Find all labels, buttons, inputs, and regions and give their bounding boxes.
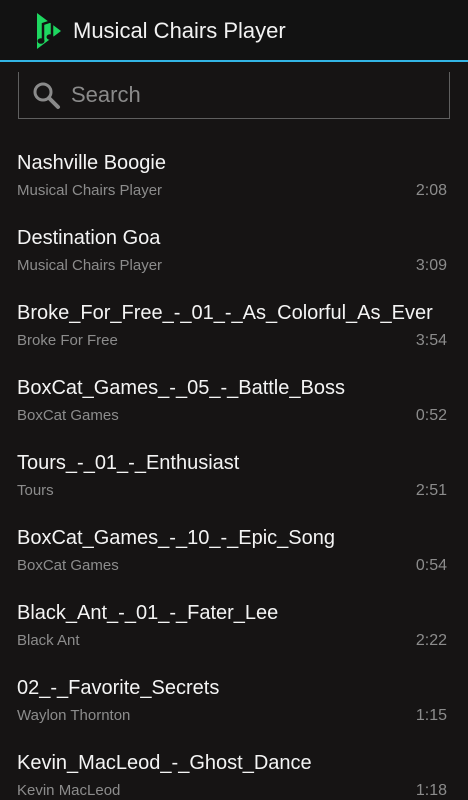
search-icon <box>33 82 60 109</box>
track-row[interactable]: Black_Ant_-_01_-_Fater_Lee Black Ant 2:2… <box>0 588 468 663</box>
track-artist: Musical Chairs Player <box>17 257 163 274</box>
track-duration: 2:22 <box>415 632 447 649</box>
track-artist: Musical Chairs Player <box>17 182 163 199</box>
track-artist: Waylon Thornton <box>17 707 131 724</box>
track-duration: 1:15 <box>415 707 447 724</box>
track-duration: 0:52 <box>415 407 447 424</box>
track-title: Kevin_MacLeod_-_Ghost_Dance <box>17 752 312 774</box>
track-title: BoxCat_Games_-_05_-_Battle_Boss <box>17 377 345 399</box>
search-input[interactable] <box>71 80 431 110</box>
track-artist: Broke For Free <box>17 332 118 349</box>
track-row[interactable]: Destination Goa Musical Chairs Player 3:… <box>0 213 468 288</box>
track-title: Destination Goa <box>17 227 161 249</box>
track-duration: 0:54 <box>415 557 447 574</box>
track-artist: Kevin MacLeod <box>17 782 121 799</box>
app-title: Musical Chairs Player <box>73 18 286 43</box>
track-row[interactable]: Broke_For_Free_-_01_-_As_Colorful_As_Eve… <box>0 288 468 363</box>
track-duration: 1:18 <box>415 782 447 799</box>
track-row[interactable]: BoxCat_Games_-_05_-_Battle_Boss BoxCat G… <box>0 363 468 438</box>
track-title: Tours_-_01_-_Enthusiast <box>17 452 240 474</box>
track-duration: 2:08 <box>415 182 447 199</box>
track-duration: 3:09 <box>415 257 447 274</box>
track-row[interactable]: 02_-_Favorite_Secrets Waylon Thornton 1:… <box>0 663 468 738</box>
track-title: Nashville Boogie <box>17 152 166 174</box>
track-row[interactable]: Tours_-_01_-_Enthusiast Tours 2:51 <box>0 438 468 513</box>
track-artist: Tours <box>17 482 54 499</box>
action-bar-divider <box>0 60 468 62</box>
track-artist: Black Ant <box>17 632 80 649</box>
search-box <box>18 72 450 119</box>
track-title: Black_Ant_-_01_-_Fater_Lee <box>17 602 279 624</box>
track-list: Nashville Boogie Musical Chairs Player 2… <box>0 138 468 800</box>
music-note-play-icon[interactable] <box>33 11 63 51</box>
track-row[interactable]: Kevin_MacLeod_-_Ghost_Dance Kevin MacLeo… <box>0 738 468 800</box>
track-duration: 2:51 <box>415 482 447 499</box>
track-title: 02_-_Favorite_Secrets <box>17 677 220 699</box>
track-row[interactable]: Nashville Boogie Musical Chairs Player 2… <box>0 138 468 213</box>
track-artist: BoxCat Games <box>17 407 119 424</box>
track-row[interactable]: BoxCat_Games_-_10_-_Epic_Song BoxCat Gam… <box>0 513 468 588</box>
track-artist: BoxCat Games <box>17 557 119 574</box>
action-bar: Musical Chairs Player <box>0 0 468 60</box>
music-player-screen: Musical Chairs Player Nashville Boogie M… <box>0 0 468 800</box>
track-title: BoxCat_Games_-_10_-_Epic_Song <box>17 527 335 549</box>
track-title: Broke_For_Free_-_01_-_As_Colorful_As_Eve… <box>17 302 433 324</box>
track-duration: 3:54 <box>415 332 447 349</box>
